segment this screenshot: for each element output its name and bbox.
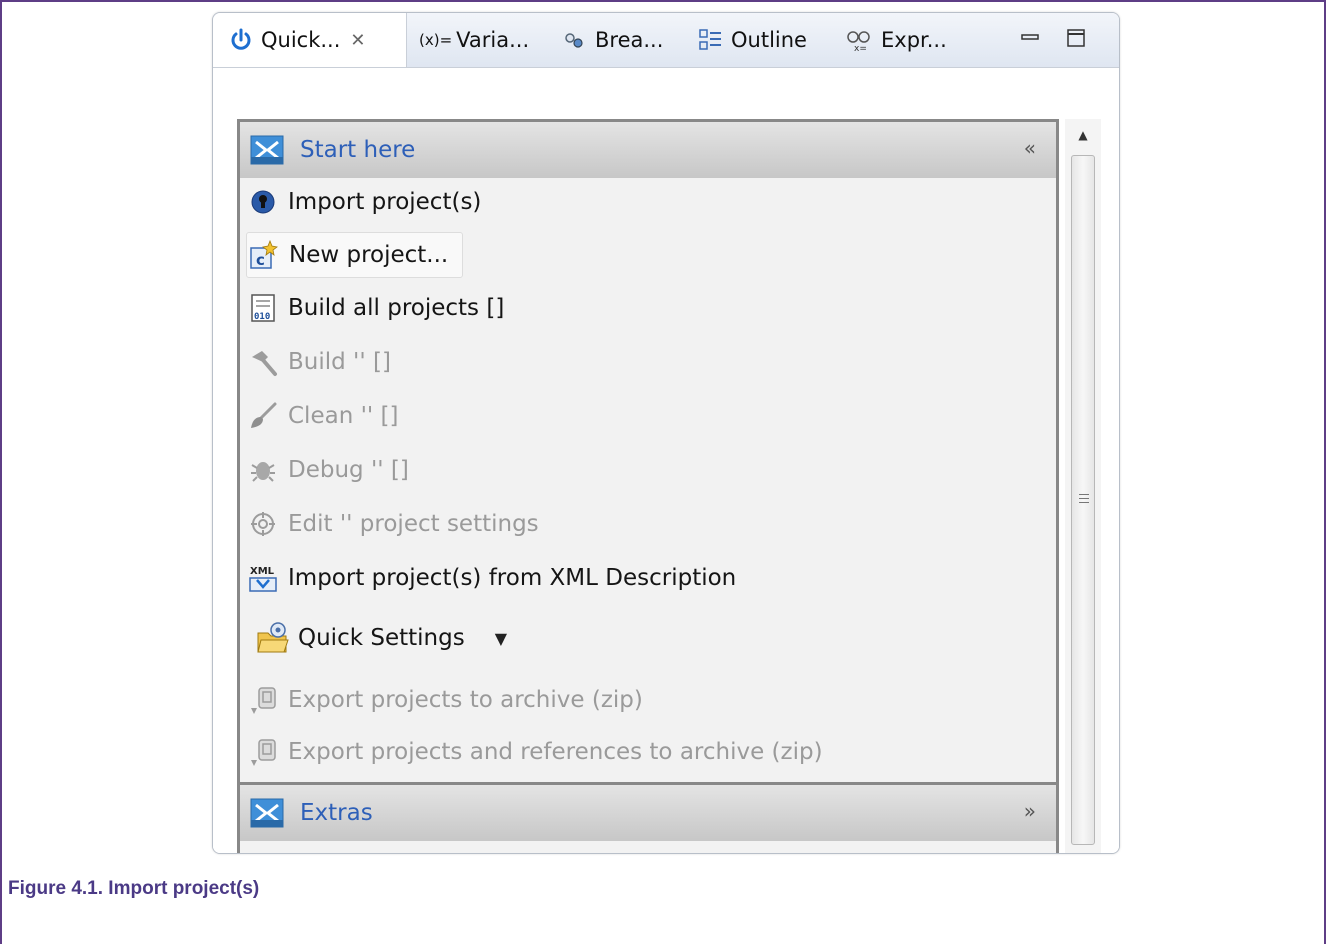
new-c-project-icon: c bbox=[247, 238, 281, 272]
build-all-icon: 010 bbox=[246, 291, 280, 325]
svg-text:XML: XML bbox=[250, 566, 275, 577]
xml-import-icon: XML bbox=[246, 561, 280, 595]
import-xml-link[interactable]: XML Import project(s) from XML Descripti… bbox=[246, 556, 736, 600]
new-project-link[interactable]: c New project... bbox=[246, 232, 464, 278]
build-all-projects-link[interactable]: 010 Build all projects [] bbox=[246, 286, 504, 330]
item-label: Quick Settings bbox=[298, 625, 465, 651]
section-start-here[interactable]: Start here « bbox=[240, 122, 1056, 178]
svg-text:c: c bbox=[256, 251, 265, 269]
debug-project-link[interactable]: Debug '' [] bbox=[246, 448, 409, 492]
svg-text:x=: x= bbox=[854, 44, 867, 53]
export-archive-link[interactable]: Export projects to archive (zip) bbox=[246, 678, 643, 722]
expressions-icon: x= bbox=[845, 27, 873, 53]
close-icon[interactable]: ✕ bbox=[350, 30, 365, 51]
scroll-down-arrow[interactable]: ▼ bbox=[1065, 853, 1101, 854]
item-label: New project... bbox=[289, 242, 449, 268]
tab-label: Varia... bbox=[456, 28, 530, 52]
export-archive-icon bbox=[246, 683, 280, 717]
tab-breakpoints[interactable]: Brea... bbox=[563, 13, 663, 67]
tab-label: Expr... bbox=[881, 28, 947, 52]
tab-label: Outline bbox=[731, 28, 807, 52]
item-label: Build all projects [] bbox=[288, 295, 505, 321]
dropdown-arrow-icon[interactable]: ▼ bbox=[495, 629, 507, 648]
hammer-icon bbox=[246, 345, 280, 379]
import-projects-link[interactable]: Import project(s) bbox=[246, 180, 481, 224]
item-label: Import project(s) from XML Description bbox=[288, 565, 737, 591]
variables-icon: (x)= bbox=[419, 31, 453, 49]
tab-label: Brea... bbox=[595, 28, 664, 52]
brush-icon bbox=[246, 399, 280, 433]
settings-gear-icon bbox=[246, 507, 280, 541]
quick-settings-menu[interactable]: Quick Settings ▼ bbox=[256, 616, 507, 660]
section-title: Start here bbox=[300, 137, 416, 163]
export-references-archive-link[interactable]: Export projects and references to archiv… bbox=[246, 730, 823, 774]
svg-text:010: 010 bbox=[254, 312, 270, 322]
folder-settings-icon bbox=[256, 621, 290, 655]
item-label: Export projects to archive (zip) bbox=[288, 687, 643, 713]
export-archive-icon bbox=[246, 735, 280, 769]
tab-quickstart[interactable]: Quick... ✕ bbox=[213, 13, 407, 67]
outline-icon bbox=[697, 27, 723, 53]
collapse-icon[interactable]: « bbox=[1024, 136, 1036, 160]
item-label: Edit '' project settings bbox=[288, 511, 539, 537]
tab-expressions[interactable]: x= Expr... bbox=[845, 13, 947, 67]
item-label: Import project(s) bbox=[288, 189, 482, 215]
build-project-link[interactable]: Build '' [] bbox=[246, 340, 391, 384]
maximize-button[interactable] bbox=[1065, 27, 1087, 49]
import-bulb-icon bbox=[246, 185, 280, 219]
lpcxpresso-logo-icon bbox=[250, 135, 284, 165]
item-label: Build '' [] bbox=[288, 349, 391, 375]
expand-icon[interactable]: » bbox=[1024, 799, 1036, 823]
quickstart-panel: Start here « Import project(s) c New pro… bbox=[237, 119, 1059, 853]
item-label: Export projects and references to archiv… bbox=[288, 739, 823, 765]
view-tab-bar: Quick... ✕ (x)= Varia... Brea... Outline… bbox=[213, 13, 1119, 68]
section-title: Extras bbox=[300, 800, 373, 826]
minimize-icon bbox=[1021, 34, 1039, 40]
item-label: Clean '' [] bbox=[288, 403, 399, 429]
section-extras[interactable]: Extras » bbox=[240, 782, 1056, 841]
power-icon bbox=[229, 28, 253, 52]
maximize-icon bbox=[1067, 29, 1085, 47]
edit-project-settings-link[interactable]: Edit '' project settings bbox=[246, 502, 539, 546]
debug-bug-icon bbox=[246, 453, 280, 487]
scroll-up-arrow[interactable]: ▲ bbox=[1065, 119, 1101, 151]
grip-icon bbox=[1079, 494, 1089, 506]
breakpoints-icon bbox=[563, 30, 587, 50]
vertical-scrollbar[interactable]: ▲ ▼ bbox=[1065, 119, 1101, 854]
quickstart-view-window: Quick... ✕ (x)= Varia... Brea... Outline… bbox=[212, 12, 1120, 854]
figure-caption: Figure 4.1. Import project(s) bbox=[8, 878, 260, 899]
view-content: Start here « Import project(s) c New pro… bbox=[213, 68, 1119, 853]
tab-variables[interactable]: (x)= Varia... bbox=[419, 13, 529, 67]
tab-label: Quick... bbox=[261, 28, 341, 52]
item-label: Debug '' [] bbox=[288, 457, 409, 483]
lpcxpresso-logo-icon bbox=[250, 798, 284, 828]
scroll-thumb[interactable] bbox=[1071, 155, 1095, 845]
tab-outline[interactable]: Outline bbox=[697, 13, 807, 67]
clean-project-link[interactable]: Clean '' [] bbox=[246, 394, 399, 438]
minimize-button[interactable] bbox=[1019, 27, 1041, 49]
